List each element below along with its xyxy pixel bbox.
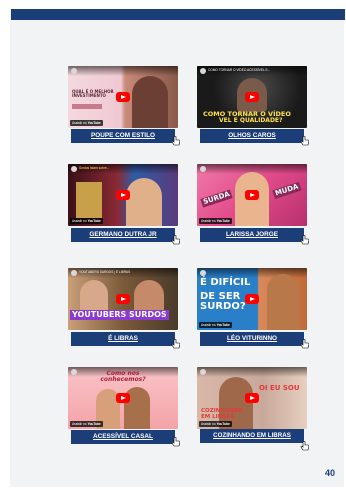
- video-label[interactable]: É LIBRAS: [71, 332, 175, 346]
- presenter-figure-right: [134, 280, 164, 314]
- video-card-e-libras: YOUTUBERS SURDOS | É LIBRAS YOUTUBERS SU…: [68, 268, 180, 349]
- thumbnail-text: SURDA: [200, 189, 233, 208]
- video-title: Surdos falam sobre...: [79, 166, 110, 170]
- video-label[interactable]: POUPE COM ESTILO: [71, 129, 175, 143]
- video-card-olhos-caros: COMO TORNAR O VÍDEO ACESSÍVEL E... COMO …: [197, 66, 309, 146]
- presenter-figure: [267, 274, 299, 330]
- video-header: [68, 66, 178, 76]
- channel-avatar: [71, 68, 77, 74]
- presenter-figure: [132, 76, 168, 128]
- video-card-larissa-jorge: SURDA MUDA Assistir no YouTube LARISSA J…: [197, 164, 309, 245]
- watch-on-youtube-badge[interactable]: Assistir no YouTube: [199, 322, 232, 328]
- video-title: YOUTUBERS SURDOS | É LIBRAS: [79, 270, 131, 274]
- channel-avatar: [71, 166, 77, 172]
- thumbnail-badge: [72, 104, 102, 109]
- page-number: 40: [324, 468, 335, 478]
- presenter-figure-left: [80, 280, 108, 314]
- video-label[interactable]: LÉO VITURINNO: [200, 332, 304, 346]
- channel-avatar: [71, 270, 77, 276]
- video-card-poupe-com-estilo: QUAL É O MELHOR INVESTIMENTO Assistir no…: [68, 66, 180, 146]
- video-label[interactable]: COZINHANDO EM LIBRAS: [200, 429, 304, 443]
- hand-cursor-icon: [171, 437, 180, 447]
- watch-on-youtube-badge[interactable]: Assistir no YouTube: [70, 421, 103, 427]
- channel-avatar: [200, 369, 206, 375]
- video-label[interactable]: GERMANO DUTRA JR: [71, 228, 175, 242]
- watch-on-youtube-badge[interactable]: Assistir no YouTube: [199, 218, 232, 224]
- video-thumbnail[interactable]: COMO TORNAR O VÍDEO ACESSÍVEL E... COMO …: [197, 66, 307, 128]
- channel-avatar: [200, 166, 206, 172]
- video-card-acessivel-casal: Como nos conhecemos? Assistir no YouTube…: [68, 367, 180, 447]
- play-button-icon[interactable]: [245, 294, 259, 304]
- thumbnail-text: É DIFÍCIL: [200, 277, 251, 288]
- play-button-icon[interactable]: [116, 190, 130, 200]
- hand-cursor-icon: [171, 136, 180, 146]
- watch-on-youtube-badge[interactable]: Assistir no YouTube: [70, 218, 103, 224]
- thumbnail-text-line-2: VEL E QUALIDADE?: [219, 117, 283, 124]
- video-thumbnail[interactable]: Como nos conhecemos? Assistir no YouTube: [68, 367, 178, 429]
- thumbnail-text-line-2: MUDA: [272, 181, 302, 200]
- play-button-icon[interactable]: [116, 294, 130, 304]
- hand-cursor-icon: [300, 441, 309, 451]
- play-button-icon[interactable]: [245, 92, 259, 102]
- watch-on-youtube-badge[interactable]: Assistir no YouTube: [199, 421, 232, 427]
- hand-cursor-icon: [300, 235, 309, 245]
- thumbnail-text: OI EU SOU: [259, 384, 300, 392]
- play-button-icon[interactable]: [116, 92, 130, 102]
- video-thumbnail[interactable]: É DIFÍCIL DE SER SURDO? Assistir no YouT…: [197, 268, 307, 330]
- video-card-germano-dutra-jr: Surdos falam sobre... Assistir no YouTub…: [68, 164, 180, 245]
- video-label[interactable]: ACESSÍVEL CASAL: [71, 430, 175, 444]
- poster-image: [76, 182, 102, 218]
- play-button-icon[interactable]: [245, 190, 259, 200]
- video-card-cozinhando-em-libras: OI EU SOU COZINHANDO EM LIBRAS Assistir …: [197, 367, 309, 451]
- watch-on-youtube-badge[interactable]: Assistir no YouTube: [70, 120, 103, 126]
- hand-cursor-icon: [171, 339, 180, 349]
- hand-cursor-icon: [300, 339, 309, 349]
- header-bar: [11, 9, 345, 20]
- channel-avatar: [200, 68, 206, 74]
- channel-avatar: [71, 369, 77, 375]
- thumbnail-text: YOUTUBERS SURDOS: [70, 310, 169, 320]
- video-label[interactable]: LARISSA JORGE: [200, 228, 304, 242]
- video-title: COMO TORNAR O VÍDEO ACESSÍVEL E...: [208, 68, 271, 72]
- hand-cursor-icon: [300, 136, 309, 146]
- video-card-leo-viturinno: É DIFÍCIL DE SER SURDO? Assistir no YouT…: [197, 268, 309, 349]
- video-thumbnail[interactable]: QUAL É O MELHOR INVESTIMENTO Assistir no…: [68, 66, 178, 128]
- thumbnail-text: QUAL É O MELHOR INVESTIMENTO: [72, 89, 114, 98]
- video-label[interactable]: OLHOS CAROS: [200, 129, 304, 143]
- thumbnail-text-line-2: COZINHANDO EM LIBRAS: [201, 408, 244, 420]
- video-thumbnail[interactable]: SURDA MUDA Assistir no YouTube: [197, 164, 307, 226]
- hand-cursor-icon: [171, 235, 180, 245]
- video-thumbnail[interactable]: OI EU SOU COZINHANDO EM LIBRAS Assistir …: [197, 367, 307, 429]
- thumbnail-text: Como nos conhecemos?: [100, 370, 146, 383]
- video-thumbnail[interactable]: Surdos falam sobre... Assistir no YouTub…: [68, 164, 178, 226]
- video-thumbnail[interactable]: YOUTUBERS SURDOS | É LIBRAS YOUTUBERS SU…: [68, 268, 178, 330]
- presenter-figure: [126, 178, 162, 226]
- play-button-icon[interactable]: [116, 393, 130, 403]
- play-button-icon[interactable]: [245, 393, 259, 403]
- channel-avatar: [200, 270, 206, 276]
- video-header: [197, 367, 307, 377]
